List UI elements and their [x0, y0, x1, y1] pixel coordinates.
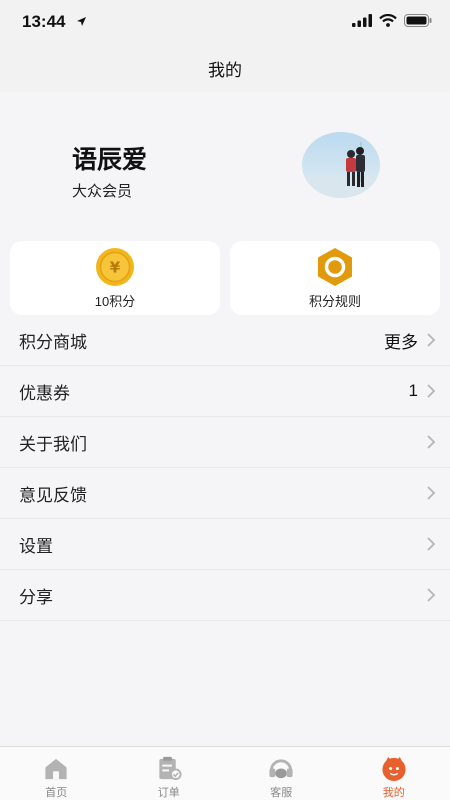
tab-orders[interactable]: 订单	[113, 747, 226, 800]
tab-bar: 首页 订单 客服 我的	[0, 746, 450, 800]
avatar-picture	[302, 142, 380, 198]
hexagon-ring-icon	[318, 248, 352, 286]
menu-item-feedback[interactable]: 意见反馈	[0, 468, 450, 519]
menu-item-label: 分享	[19, 587, 53, 607]
chevron-right-icon	[427, 384, 436, 398]
points-label: 10积分	[94, 294, 136, 309]
chevron-right-icon	[427, 486, 436, 500]
profile-header: 语辰爱 大众会员	[0, 92, 450, 240]
user-level: 大众会员	[72, 183, 133, 200]
menu-item-settings[interactable]: 设置	[0, 519, 450, 570]
chevron-right-icon	[427, 537, 436, 551]
cellular-signal-icon	[352, 14, 372, 27]
coin-yen-icon: ¥	[96, 248, 134, 286]
menu-item-label: 优惠券	[19, 383, 70, 403]
chevron-right-icon	[427, 435, 436, 449]
svg-text:¥: ¥	[110, 259, 121, 277]
headset-icon	[269, 759, 293, 779]
points-cards: ¥ 10积分 积分规则	[0, 241, 450, 315]
tab-mine[interactable]: 我的	[338, 747, 450, 800]
menu-list: 积分商城 更多 优惠券 1 关于我们 意见反馈 设置 分享	[0, 315, 450, 621]
tab-label: 首页	[45, 787, 68, 799]
tab-label: 客服	[270, 787, 293, 799]
user-name: 语辰爱	[72, 146, 148, 174]
page-title: 我的	[208, 60, 242, 80]
menu-item-value: 更多	[384, 332, 418, 352]
battery-icon	[404, 14, 432, 27]
menu-item-label: 意见反馈	[19, 485, 87, 505]
profile-face-icon	[382, 756, 406, 782]
tab-label: 我的	[382, 787, 405, 799]
status-time: 13:44	[22, 12, 66, 31]
status-bar: 13:44	[0, 0, 450, 44]
chevron-right-icon	[427, 333, 436, 347]
status-icons	[352, 14, 432, 27]
nav-bar: 我的	[0, 44, 450, 92]
order-icon	[159, 756, 182, 781]
points-card[interactable]: ¥ 10积分	[10, 241, 220, 315]
avatar[interactable]	[302, 132, 380, 198]
menu-item-label: 积分商城	[19, 332, 87, 352]
menu-item-label: 关于我们	[19, 434, 87, 454]
points-rules-label: 积分规则	[308, 294, 361, 309]
menu-item-share[interactable]: 分享	[0, 570, 450, 621]
menu-item-about-us[interactable]: 关于我们	[0, 417, 450, 468]
location-arrow-icon	[77, 17, 86, 26]
tab-customer-service[interactable]: 客服	[225, 747, 338, 800]
chevron-right-icon	[427, 588, 436, 602]
coupon-count: 1	[408, 381, 418, 400]
home-icon	[45, 758, 67, 780]
menu-item-label: 设置	[19, 536, 53, 556]
points-rules-card[interactable]: 积分规则	[230, 241, 440, 315]
tab-home[interactable]: 首页	[0, 747, 113, 800]
menu-item-coupons[interactable]: 优惠券 1	[0, 366, 450, 417]
tab-label: 订单	[157, 787, 180, 799]
wifi-icon	[379, 14, 397, 27]
menu-item-points-mall[interactable]: 积分商城 更多	[0, 315, 450, 366]
